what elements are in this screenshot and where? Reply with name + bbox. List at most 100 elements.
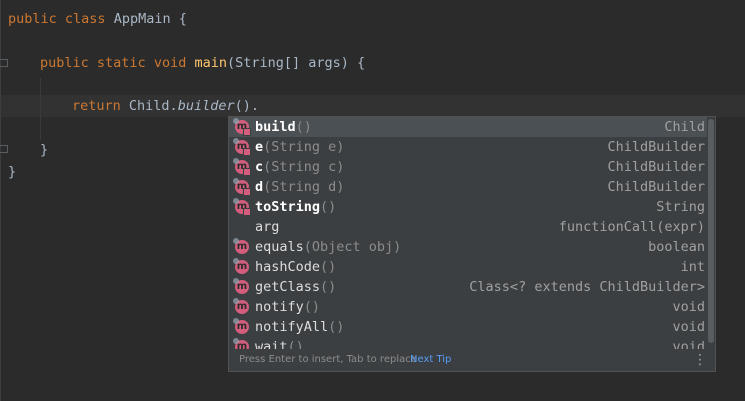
scrollbar[interactable]: [707, 117, 715, 349]
keyword: class: [64, 11, 106, 27]
code-line-4: }: [40, 139, 48, 161]
inherited-overlay-icon: [233, 178, 239, 184]
return-type: ChildBuilder: [607, 179, 705, 195]
method-icon: m: [233, 298, 249, 314]
completion-item[interactable]: m wait() void: [229, 337, 707, 349]
inherited-overlay-icon: [233, 278, 239, 284]
completion-item-name: e(String e): [255, 137, 344, 157]
member-params: (): [320, 259, 337, 275]
code-line-3: return Child.builder().: [72, 95, 259, 117]
brace: }: [8, 164, 17, 180]
completion-item[interactable]: arg functionCall(expr): [229, 217, 707, 237]
completion-item-name: build(): [255, 117, 312, 137]
member-name: notifyAll: [255, 319, 329, 335]
completion-item[interactable]: m getClass() Class<? extends ChildBuilder>: [229, 277, 707, 297]
completion-item-name: hashCode(): [255, 257, 336, 277]
inherited-overlay-icon: [233, 138, 239, 144]
method-args: (String[] args) {: [227, 55, 366, 71]
member-name: notify: [255, 299, 304, 315]
member-params: (): [328, 319, 345, 335]
next-tip-link[interactable]: Next Tip: [410, 349, 451, 371]
completion-item[interactable]: m build() Child: [229, 117, 707, 137]
inherited-overlay-icon: [233, 258, 239, 264]
method-icon: m: [233, 278, 249, 294]
visibility-icon: [243, 148, 251, 156]
more-options-icon[interactable]: ⋮: [693, 349, 707, 371]
class-ref: Child.: [128, 98, 178, 114]
member-name: toString: [255, 199, 321, 215]
member-params: (): [287, 339, 304, 349]
completion-item[interactable]: m notifyAll() void: [229, 317, 707, 337]
method-icon: m: [233, 338, 249, 349]
method-icon: m: [233, 118, 251, 136]
member-params: (): [295, 119, 312, 135]
completion-item[interactable]: m notify() void: [229, 297, 707, 317]
member-params: (): [320, 279, 337, 295]
completion-item[interactable]: m d(String d) ChildBuilder: [229, 177, 707, 197]
method-name: main: [194, 55, 228, 71]
completion-item-name: d(String d): [255, 177, 344, 197]
static-method: builder: [177, 98, 235, 114]
method-icon: m: [233, 138, 251, 156]
completion-item[interactable]: m toString() String: [229, 197, 707, 217]
return-type: String: [656, 199, 705, 215]
completion-item-name: wait(): [255, 337, 304, 349]
keyword: void: [153, 55, 187, 71]
member-name: d: [255, 179, 264, 195]
keyword: public: [40, 55, 89, 71]
return-type: void: [672, 299, 705, 315]
keyword: public: [8, 11, 57, 27]
member-params: (String d): [263, 179, 345, 195]
member-params: (String c): [263, 159, 345, 175]
visibility-icon: [243, 128, 251, 136]
member-params: (Object obj): [303, 239, 402, 255]
completion-item-name: c(String c): [255, 157, 344, 177]
inherited-overlay-icon: [233, 338, 239, 344]
completion-item-name: arg: [255, 217, 279, 237]
fold-marker[interactable]: [0, 59, 8, 67]
return-type: functionCall(expr): [558, 219, 705, 235]
completion-item-name: getClass(): [255, 277, 336, 297]
call-tail: ().: [234, 98, 259, 114]
completion-item-name: notifyAll(): [255, 317, 344, 337]
member-params: (): [303, 299, 321, 315]
completion-item-name: toString(): [255, 197, 336, 217]
completion-item[interactable]: m equals(Object obj) boolean: [229, 237, 707, 257]
footer-hint: Press Enter to insert, Tab to replace: [239, 354, 417, 365]
completion-list: m build() Child m e(String e) ChildBuilder m c(…: [229, 117, 707, 349]
brace: }: [40, 142, 49, 158]
completion-item[interactable]: m c(String c) ChildBuilder: [229, 157, 707, 177]
return-type: boolean: [648, 239, 705, 255]
code-line-5: }: [8, 161, 16, 183]
member-params: (): [320, 199, 337, 215]
method-icon: m: [233, 178, 251, 196]
class-name: AppMain: [113, 11, 171, 27]
return-type: Child: [664, 119, 705, 135]
method-icon: m: [233, 318, 249, 334]
return-type: void: [672, 319, 705, 335]
inherited-overlay-icon: [233, 238, 239, 244]
completion-item-name: notify(): [255, 297, 320, 317]
code-line-1: public class AppMain {: [8, 8, 187, 30]
member-name: getClass: [255, 279, 321, 295]
completion-item[interactable]: m hashCode() int: [229, 257, 707, 277]
scrollbar-thumb[interactable]: [708, 119, 714, 343]
visibility-icon: [243, 168, 251, 176]
member-name: c: [255, 159, 264, 175]
keyword: static: [96, 55, 146, 71]
return-type: ChildBuilder: [607, 139, 705, 155]
visibility-icon: [243, 188, 251, 196]
return-type: void: [672, 339, 705, 349]
method-icon: m: [233, 198, 251, 216]
completion-footer: Press Enter to insert, Tab to replace Ne…: [229, 349, 715, 371]
inherited-overlay-icon: [233, 318, 239, 324]
fold-marker[interactable]: [0, 145, 8, 153]
member-params: (String e): [263, 139, 345, 155]
return-type: Class<? extends ChildBuilder>: [469, 279, 705, 295]
keyword: return: [72, 98, 121, 114]
visibility-icon: [243, 208, 251, 216]
member-name: wait: [255, 339, 288, 349]
completion-item[interactable]: m e(String e) ChildBuilder: [229, 137, 707, 157]
inherited-overlay-icon: [233, 118, 239, 124]
member-name: build: [255, 119, 296, 135]
